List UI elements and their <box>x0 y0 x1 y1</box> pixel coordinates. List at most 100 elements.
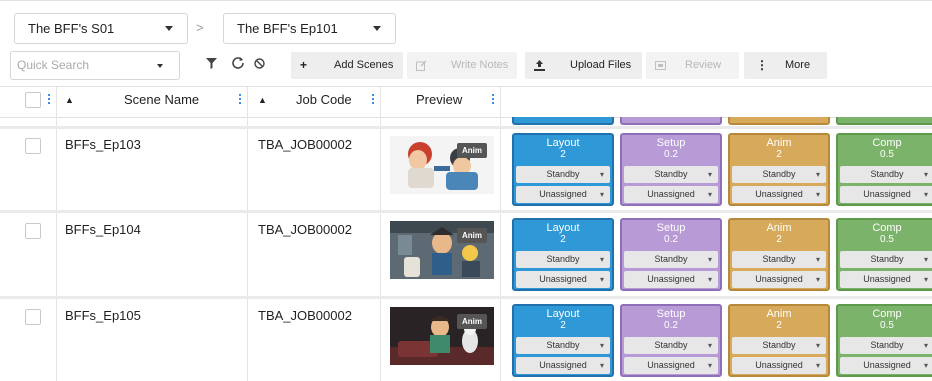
task-status: Standby <box>654 340 688 350</box>
task-status-select[interactable]: Standby ▾ <box>840 166 932 183</box>
task-status: Standby <box>546 340 580 350</box>
row-checkbox[interactable] <box>25 309 41 325</box>
column-header-preview[interactable]: Preview <box>416 87 462 117</box>
preview-badge: Anim <box>457 314 487 329</box>
task-status-select[interactable]: Standby ▾ <box>840 251 932 268</box>
add-scenes-button[interactable]: + Add Scenes <box>291 52 403 79</box>
task-card-layout[interactable]: Layout 2 Standby ▾ Unassigned ▾ <box>512 133 614 206</box>
caret-down-icon: ▾ <box>815 341 820 350</box>
caret-down-icon: ▾ <box>707 361 712 370</box>
clear-filter-icon[interactable] <box>247 53 271 77</box>
add-scenes-label: Add Scenes <box>334 59 394 71</box>
task-assignee-select[interactable]: Unassigned ▾ <box>840 186 932 203</box>
task-assignee-select[interactable]: Unassigned ▾ <box>624 271 718 288</box>
caret-down-icon: ▾ <box>815 275 820 284</box>
task-card-setup[interactable]: Setup 0.2 Standby ▾ Unassigned ▾ <box>620 218 722 291</box>
top-border <box>0 0 932 1</box>
task-status-select[interactable]: Standby ▾ <box>624 251 718 268</box>
task-assignee-select[interactable]: Unassigned ▾ <box>516 186 610 203</box>
task-status-select[interactable]: Standby ▾ <box>624 166 718 183</box>
task-status: Standby <box>762 169 796 179</box>
quick-search-placeholder: Quick Search <box>17 58 90 72</box>
task-status-select[interactable]: Standby ▾ <box>840 337 932 354</box>
preview-thumbnail[interactable]: Anim <box>390 307 494 365</box>
task-assignee-select[interactable]: Unassigned ▾ <box>732 271 826 288</box>
task-assignee: Unassigned <box>647 274 695 284</box>
episode-select[interactable]: The BFF's Ep101 <box>223 13 396 44</box>
column-header-scene-name[interactable]: Scene Name <box>124 87 199 117</box>
caret-down-icon: ▾ <box>707 170 712 179</box>
more-icon: ⋮ <box>756 58 768 72</box>
caret-down-icon: ▾ <box>599 190 604 199</box>
task-assignee-select[interactable]: Unassigned ▾ <box>516 271 610 288</box>
task-card-setup[interactable]: Setup 0.2 Standby ▾ Unassigned ▾ <box>620 304 722 377</box>
task-value: 2 <box>560 234 566 245</box>
task-status: Standby <box>870 169 904 179</box>
caret-down-icon: ▾ <box>599 361 604 370</box>
sort-icon[interactable]: ▲ <box>65 87 74 113</box>
column-menu-icon[interactable] <box>239 94 241 106</box>
caret-down-icon: ▾ <box>923 190 928 199</box>
row-checkbox[interactable] <box>25 223 41 239</box>
task-assignee-select[interactable]: Unassigned ▾ <box>624 357 718 374</box>
task-status-select[interactable]: Standby ▾ <box>516 337 610 354</box>
task-assignee-select[interactable]: Unassigned ▾ <box>732 186 826 203</box>
preview-thumbnail[interactable]: Anim <box>390 221 494 279</box>
task-assignee: Unassigned <box>755 360 803 370</box>
caret-down-icon <box>157 64 163 68</box>
upload-files-button[interactable]: Upload Files <box>525 52 642 79</box>
scene-name-cell[interactable]: BFFs_Ep103 <box>65 137 141 152</box>
season-select[interactable]: The BFF's S01 <box>14 13 188 44</box>
task-assignee-select[interactable]: Unassigned ▾ <box>732 357 826 374</box>
task-assignee-select[interactable]: Unassigned ▾ <box>624 186 718 203</box>
job-code-cell: TBA_JOB00002 <box>258 308 352 323</box>
caret-down-icon: ▾ <box>815 190 820 199</box>
scene-name-cell[interactable]: BFFs_Ep104 <box>65 222 141 237</box>
task-status-select[interactable]: Standby ▾ <box>624 337 718 354</box>
task-card-partial <box>836 117 932 125</box>
task-card-comp[interactable]: Comp 0.5 Standby ▾ Unassigned ▾ <box>836 218 932 291</box>
column-menu-icon[interactable] <box>48 94 50 106</box>
task-status-select[interactable]: Standby ▾ <box>732 337 826 354</box>
filter-icon[interactable] <box>199 53 223 77</box>
task-value: 0.2 <box>664 320 678 331</box>
task-name: Layout <box>546 308 580 320</box>
task-card-anim[interactable]: Anim 2 Standby ▾ Unassigned ▾ <box>728 218 830 291</box>
task-card-comp[interactable]: Comp 0.5 Standby ▾ Unassigned ▾ <box>836 133 932 206</box>
review-button[interactable]: Review <box>646 52 739 79</box>
row-checkbox[interactable] <box>25 138 41 154</box>
column-menu-icon[interactable] <box>372 94 374 106</box>
sort-icon[interactable]: ▲ <box>258 87 267 113</box>
task-status-select[interactable]: Standby ▾ <box>516 251 610 268</box>
task-card-anim[interactable]: Anim 2 Standby ▾ Unassigned ▾ <box>728 133 830 206</box>
task-card-partial <box>620 117 722 125</box>
select-all-checkbox[interactable] <box>25 92 41 108</box>
task-card-anim[interactable]: Anim 2 Standby ▾ Unassigned ▾ <box>728 304 830 377</box>
task-card-layout[interactable]: Layout 2 Standby ▾ Unassigned ▾ <box>512 218 614 291</box>
task-assignee-select[interactable]: Unassigned ▾ <box>840 357 932 374</box>
task-card-setup[interactable]: Setup 0.2 Standby ▾ Unassigned ▾ <box>620 133 722 206</box>
preview-thumbnail[interactable]: Anim <box>390 136 494 194</box>
quick-search-input[interactable]: Quick Search <box>10 51 180 80</box>
task-assignee-select[interactable]: Unassigned ▾ <box>516 357 610 374</box>
task-status-select[interactable]: Standby ▾ <box>732 166 826 183</box>
task-value: 0.5 <box>880 149 894 160</box>
task-status-select[interactable]: Standby ▾ <box>516 166 610 183</box>
task-assignee: Unassigned <box>539 189 587 199</box>
more-button[interactable]: ⋮ More <box>744 52 827 79</box>
task-value: 2 <box>560 149 566 160</box>
caret-down-icon: ▾ <box>707 255 712 264</box>
task-card-comp[interactable]: Comp 0.5 Standby ▾ Unassigned ▾ <box>836 304 932 377</box>
preview-badge: Anim <box>457 228 487 243</box>
task-card-layout[interactable]: Layout 2 Standby ▾ Unassigned ▾ <box>512 304 614 377</box>
column-header-job-code[interactable]: Job Code <box>296 87 352 117</box>
caret-down-icon: ▾ <box>923 361 928 370</box>
task-assignee: Unassigned <box>539 360 587 370</box>
scene-name-cell[interactable]: BFFs_Ep105 <box>65 308 141 323</box>
column-menu-icon[interactable] <box>492 94 494 106</box>
task-status-select[interactable]: Standby ▾ <box>732 251 826 268</box>
task-name: Setup <box>656 308 686 320</box>
task-assignee: Unassigned <box>539 274 587 284</box>
task-assignee-select[interactable]: Unassigned ▾ <box>840 271 932 288</box>
write-notes-button[interactable]: Write Notes <box>407 52 517 79</box>
